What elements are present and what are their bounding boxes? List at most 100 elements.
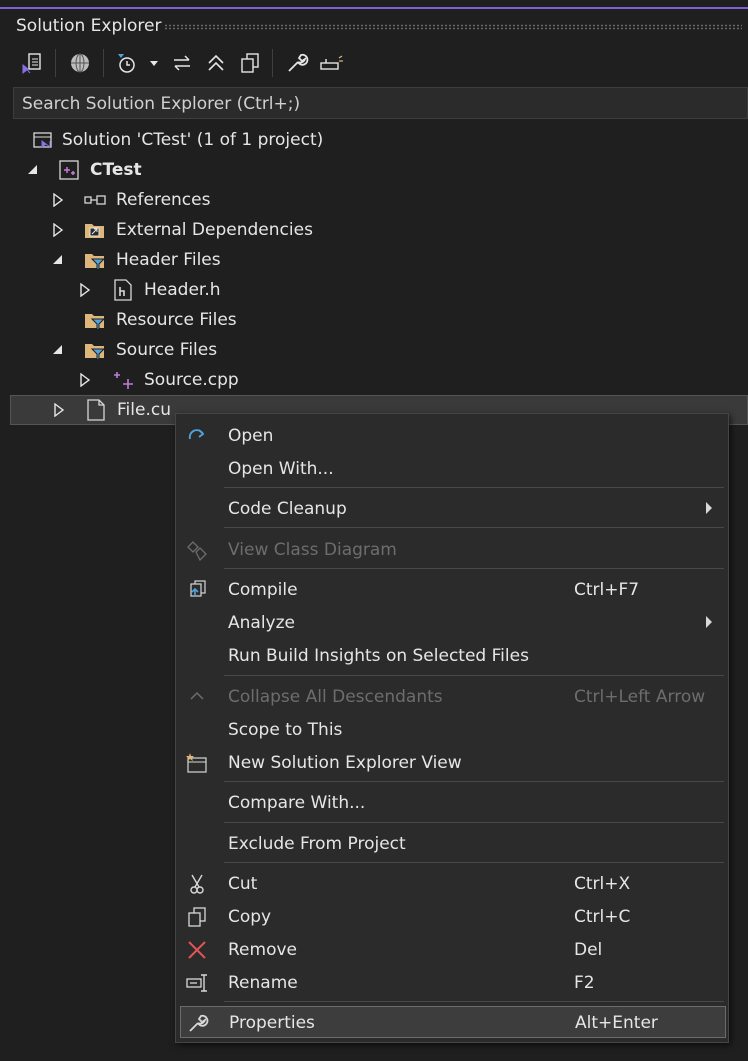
header-file-icon [114, 279, 132, 301]
collapsed-arrow-icon[interactable] [52, 403, 66, 417]
sync-active-document-button[interactable] [168, 49, 196, 77]
menu-item-label: Compile [228, 580, 298, 600]
menu-item-label: Open With... [228, 459, 334, 479]
solution-icon [33, 132, 52, 148]
tree-item-resource-files[interactable]: Resource Files [0, 305, 748, 335]
references-icon [84, 195, 106, 205]
menu-item-label: Scope to This [228, 720, 343, 740]
drag-grip[interactable] [164, 24, 742, 30]
menu-separator [224, 675, 724, 676]
remove-x-icon [188, 941, 206, 959]
search-placeholder: Search Solution Explorer (Ctrl+;) [22, 94, 301, 114]
tree-item-label: External Dependencies [116, 220, 313, 240]
expanded-arrow-icon[interactable] [26, 163, 40, 177]
menu-item-exclude-from-project[interactable]: Exclude From Project [176, 828, 728, 860]
menu-item-view-class-diagram[interactable]: View Class Diagram [176, 534, 728, 566]
search-input[interactable]: Search Solution Explorer (Ctrl+;) [13, 87, 748, 119]
menu-item-copy[interactable]: Copy Ctrl+C [176, 901, 728, 933]
tree-item-external-dependencies[interactable]: External Dependencies [0, 215, 748, 245]
collapse-icon [190, 691, 204, 700]
expanded-arrow-icon[interactable] [51, 253, 65, 267]
tree-item-label: Source Files [116, 340, 218, 360]
context-menu: Open Open With... Code Cleanup View Clas… [175, 413, 729, 1043]
menu-item-shortcut: Alt+Enter [575, 1013, 658, 1033]
globe-icon [71, 53, 89, 73]
collapsed-arrow-icon[interactable] [51, 223, 65, 237]
menu-item-label: Open [228, 426, 274, 446]
menu-item-analyze[interactable]: Analyze [176, 607, 728, 639]
menu-separator [224, 568, 724, 569]
tree-item-source-cpp[interactable]: Source.cpp [0, 365, 748, 395]
menu-separator [224, 1001, 724, 1002]
tree-item-header-h[interactable]: Header.h [0, 275, 748, 305]
preview-selected-items-icon [320, 55, 343, 70]
menu-item-compile[interactable]: Compile Ctrl+F7 [176, 574, 728, 606]
menu-item-shortcut: Ctrl+C [574, 907, 631, 927]
tree-item-label: Resource Files [116, 310, 237, 330]
menu-item-compare-with[interactable]: Compare With... [176, 787, 728, 819]
menu-item-new-solution-explorer-view[interactable]: New Solution Explorer View [176, 747, 728, 779]
tree-item-label: References [116, 190, 211, 210]
menu-item-scope-to-this[interactable]: Scope to This [176, 714, 728, 746]
menu-item-label: Code Cleanup [228, 499, 347, 519]
collapsed-arrow-icon[interactable] [51, 193, 65, 207]
new-view-icon [186, 753, 207, 773]
menu-item-label: Remove [228, 940, 297, 960]
menu-item-run-build-insights[interactable]: Run Build Insights on Selected Files [176, 640, 728, 672]
menu-item-shortcut: F2 [574, 973, 595, 993]
menu-item-shortcut: Ctrl+X [574, 874, 631, 894]
menu-item-label: Collapse All Descendants [228, 687, 443, 707]
menu-item-open-with[interactable]: Open With... [176, 453, 728, 485]
menu-item-label: New Solution Explorer View [228, 753, 462, 773]
menu-item-label: View Class Diagram [228, 540, 397, 560]
pending-changes-filter-icon [118, 54, 135, 73]
chevron-down-icon [150, 61, 158, 66]
globe-button[interactable] [66, 49, 94, 77]
tree-item-label: File.cu [117, 400, 171, 420]
menu-item-properties[interactable]: Properties Alt+Enter [180, 1006, 726, 1038]
pending-changes-dropdown[interactable] [146, 49, 162, 77]
pending-changes-filter-button[interactable] [113, 49, 141, 77]
show-all-files-icon [241, 53, 259, 73]
tree-item-label: Header.h [144, 280, 221, 300]
show-all-files-button[interactable] [236, 49, 264, 77]
scissors-icon [190, 874, 204, 894]
class-diagram-icon [187, 541, 207, 561]
menu-item-label: Exclude From Project [228, 834, 406, 854]
menu-item-shortcut: Ctrl+F7 [574, 580, 640, 600]
menu-item-rename[interactable]: Rename F2 [176, 967, 728, 999]
menu-item-open[interactable]: Open [176, 420, 728, 452]
properties-toolbar-button[interactable] [283, 49, 311, 77]
switch-views-button[interactable] [18, 49, 46, 77]
tree-item-project[interactable]: CTest [0, 155, 748, 185]
tree-item-header-files[interactable]: Header Files [0, 245, 748, 275]
collapse-all-icon [208, 54, 224, 71]
external-dependencies-icon [85, 224, 104, 238]
sync-with-active-document-icon [174, 55, 190, 71]
menu-item-remove[interactable]: Remove Del [176, 934, 728, 966]
toolbar-separator [103, 49, 104, 77]
cpp-file-icon [114, 372, 133, 389]
collapsed-arrow-icon[interactable] [78, 283, 92, 297]
tree-item-label: Header Files [116, 250, 221, 270]
menu-item-label: Analyze [228, 613, 295, 633]
collapsed-arrow-icon[interactable] [78, 373, 92, 387]
wrench-icon [189, 1014, 209, 1032]
tree-item-label: Solution 'CTest' (1 of 1 project) [62, 130, 324, 150]
menu-item-label: Compare With... [228, 793, 366, 813]
menu-item-label: Cut [228, 874, 258, 894]
menu-item-code-cleanup[interactable]: Code Cleanup [176, 493, 728, 525]
collapse-all-button[interactable] [202, 49, 230, 77]
preview-selected-items-button[interactable] [317, 49, 345, 77]
panel-title-bar[interactable]: Solution Explorer [0, 9, 748, 43]
panel-title: Solution Explorer [16, 16, 162, 36]
copy-icon [188, 907, 206, 927]
tree-item-references[interactable]: References [0, 185, 748, 215]
cpp-project-icon [59, 160, 79, 180]
expanded-arrow-icon[interactable] [51, 343, 65, 357]
tree-item-source-files[interactable]: Source Files [0, 335, 748, 365]
tree-item-solution[interactable]: Solution 'CTest' (1 of 1 project) [0, 125, 748, 155]
menu-item-cut[interactable]: Cut Ctrl+X [176, 868, 728, 900]
menu-item-collapse-all-descendants[interactable]: Collapse All Descendants Ctrl+Left Arrow [176, 681, 728, 713]
menu-separator [224, 487, 724, 488]
